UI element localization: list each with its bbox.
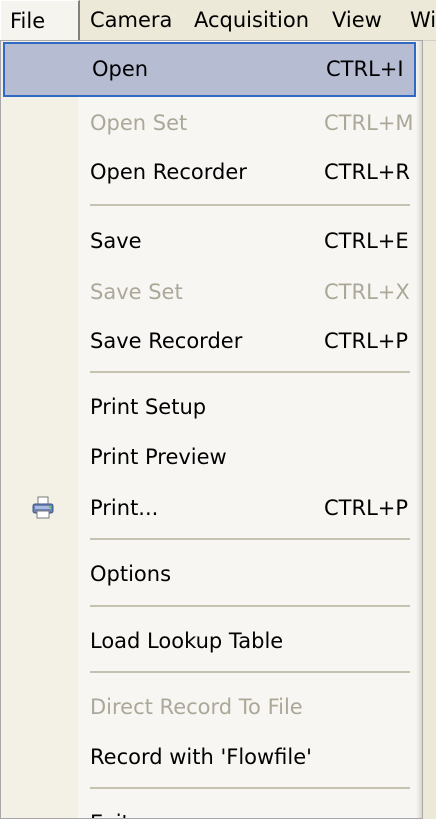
- menu-item-save-recorder[interactable]: Save Recorder CTRL+P: [1, 314, 416, 369]
- file-menu-dropdown: Open CTRL+I Open Set CTRL+M Open Recorde…: [0, 40, 423, 819]
- menu-item-shortcut: CTRL+X: [324, 280, 410, 304]
- menu-item-label: Print Preview: [90, 445, 227, 469]
- menu-item-load-lookup-table[interactable]: Load Lookup Table: [1, 614, 416, 669]
- menu-item-open[interactable]: Open CTRL+I: [3, 42, 416, 97]
- menu-item-direct-record-to-file: Direct Record To File: [1, 680, 416, 735]
- menu-item-print[interactable]: Print... CTRL+P: [1, 481, 416, 536]
- menu-item-shortcut: CTRL+P: [324, 329, 409, 353]
- menu-acquisition[interactable]: Acquisition: [194, 0, 309, 40]
- menu-item-label: Open Recorder: [90, 160, 247, 184]
- menu-item-shortcut: CTRL+P: [324, 496, 409, 520]
- menu-item-record-with-flowfile[interactable]: Record with 'Flowfile': [1, 730, 416, 785]
- menu-item-label: Print Setup: [90, 395, 207, 419]
- menu-item-label: Direct Record To File: [90, 695, 303, 719]
- menu-item-save-set: Save Set CTRL+X: [1, 265, 416, 320]
- menu-item-shortcut: CTRL+R: [324, 160, 410, 184]
- menu-item-label: Exit: [90, 796, 130, 818]
- menu-item-label: Load Lookup Table: [90, 629, 284, 653]
- menu-shadow: [416, 41, 422, 818]
- menu-item-label: Record with 'Flowfile': [90, 745, 312, 769]
- menu-item-label: Save Recorder: [90, 329, 243, 353]
- menu-separator: [90, 787, 410, 789]
- menu-item-label: Open Set: [90, 111, 188, 135]
- menu-camera[interactable]: Camera: [90, 0, 172, 40]
- printer-icon: [32, 496, 54, 519]
- menu-item-shortcut: CTRL+E: [324, 229, 409, 253]
- menu-window[interactable]: Wi: [410, 0, 436, 40]
- menu-item-save[interactable]: Save CTRL+E: [1, 214, 416, 269]
- menu-separator: [90, 671, 410, 673]
- menu-separator: [90, 204, 410, 206]
- menu-item-label: Save: [90, 229, 142, 253]
- menu-separator: [90, 538, 410, 540]
- menu-bar: File Camera Acquisition View Wi: [0, 0, 436, 41]
- menu-file[interactable]: File: [0, 0, 80, 40]
- menu-view[interactable]: View: [332, 0, 382, 40]
- menu-item-open-recorder[interactable]: Open Recorder CTRL+R: [1, 145, 416, 200]
- menu-item-label: Print...: [90, 496, 159, 520]
- menu-item-label: Save Set: [90, 280, 183, 304]
- menu-item-exit[interactable]: Exit: [1, 796, 416, 818]
- menu-item-open-set: Open Set CTRL+M: [1, 96, 416, 151]
- menu-item-label: Options: [90, 562, 172, 586]
- menu-item-print-setup[interactable]: Print Setup: [1, 380, 416, 435]
- menu-item-print-preview[interactable]: Print Preview: [1, 430, 416, 485]
- menu-separator: [90, 605, 410, 607]
- menu-item-shortcut: CTRL+M: [324, 111, 414, 135]
- menu-item-label: Open: [92, 57, 149, 81]
- menu-item-options[interactable]: Options: [1, 547, 416, 602]
- menu-separator: [90, 371, 410, 373]
- menu-item-shortcut: CTRL+I: [326, 57, 404, 81]
